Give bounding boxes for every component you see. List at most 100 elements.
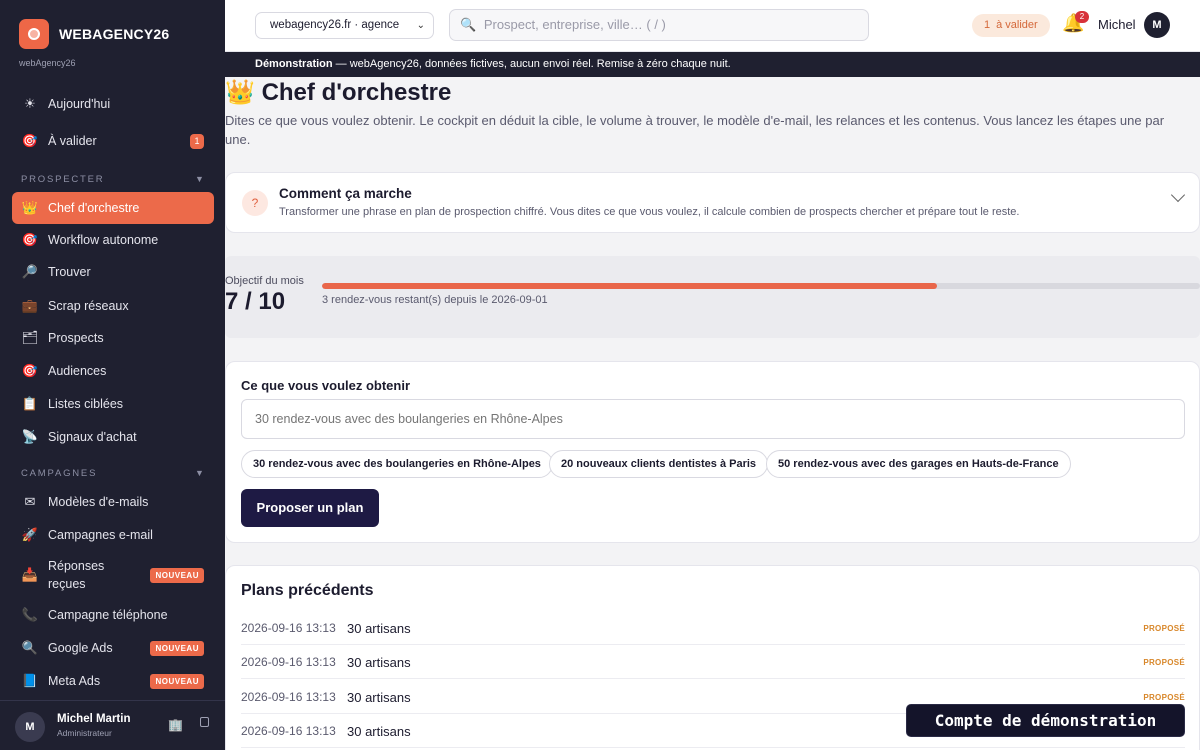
monthly-goal: Objectif du mois 7 / 10 3 rendez-vous re… bbox=[225, 256, 1200, 338]
sidebar-item-signaux-achat[interactable]: 📡 Signaux d'achat bbox=[12, 421, 214, 453]
sidebar-item-label: À valider bbox=[48, 134, 97, 148]
search-icon: 🔍 bbox=[21, 640, 39, 655]
target-icon: 🎯 bbox=[21, 133, 39, 148]
page-title-text: Chef d'orchestre bbox=[261, 79, 452, 106]
plan-date: 2026-09-16 13:13 bbox=[241, 621, 336, 635]
suggestion-chip[interactable]: 20 nouveaux clients dentistes à Paris bbox=[549, 450, 769, 478]
logout-icon[interactable] bbox=[200, 717, 209, 727]
chevron-down-icon[interactable]: ▼ bbox=[195, 174, 204, 184]
brand[interactable]: WEBAGENCY26 bbox=[19, 19, 169, 49]
inbox-icon: 📥 bbox=[21, 567, 39, 582]
objective-input[interactable] bbox=[241, 399, 1185, 439]
sidebar-item-label: Scrap réseaux bbox=[48, 299, 129, 313]
target-icon: 🎯 bbox=[21, 232, 39, 247]
topbar: webagency26.fr · agence ⌄ 🔍 Prospect, en… bbox=[225, 0, 1200, 52]
sidebar-item-label: Workflow autonome bbox=[48, 233, 159, 247]
sidebar-item-listes-ciblees[interactable]: 📋 Listes ciblées bbox=[12, 388, 214, 420]
goal-label: Objectif du mois bbox=[225, 275, 304, 287]
suggestion-chip[interactable]: 50 rendez-vous avec des garages en Hauts… bbox=[766, 450, 1071, 478]
previous-plans-title: Plans précédents bbox=[241, 582, 374, 599]
plan-name: 30 artisans bbox=[347, 655, 411, 670]
agency-select[interactable]: webagency26.fr · agence ⌄ bbox=[255, 12, 434, 39]
clipboard-icon: 📋 bbox=[21, 396, 39, 411]
user-role: Administrateur bbox=[57, 728, 112, 738]
sidebar-item-label: Google Ads bbox=[48, 641, 113, 655]
sidebar-item-modeles-emails[interactable]: ✉ Modèles d'e-mails bbox=[12, 486, 214, 518]
magnifier-icon: 🔎 bbox=[21, 264, 39, 279]
objective-title: Ce que vous voulez obtenir bbox=[241, 378, 411, 393]
sidebar-user-footer: M Michel Martin Administrateur 🏢 bbox=[0, 700, 225, 750]
demo-banner: Démonstration — webAgency26, données fic… bbox=[225, 52, 1200, 77]
suggestion-chip[interactable]: 30 rendez-vous avec des boulangeries en … bbox=[241, 450, 553, 478]
search-icon: 🔍 bbox=[460, 17, 477, 32]
section-label-campagnes: CAMPAGNES bbox=[21, 468, 98, 479]
brand-logo-icon bbox=[19, 19, 49, 49]
demo-banner-text: — webAgency26, données fictives, aucun e… bbox=[332, 58, 731, 70]
table-row[interactable]: 2026-09-16 13:13 30 artisans PROPOSÉ bbox=[241, 645, 1185, 679]
to-validate-count: 1 bbox=[984, 19, 991, 31]
how-it-works-panel[interactable]: ? Comment ça marche Transformer une phra… bbox=[225, 172, 1200, 233]
demo-banner-strong: Démonstration bbox=[255, 58, 333, 70]
sidebar-item-google-ads[interactable]: 🔍 Google Ads NOUVEAU bbox=[12, 632, 214, 664]
table-row[interactable]: 2026-09-16 13:13 30 artisans PROPOSÉ bbox=[241, 611, 1185, 645]
sidebar-item-trouver[interactable]: 🔎 Trouver bbox=[12, 256, 214, 288]
building-icon[interactable]: 🏢 bbox=[168, 718, 183, 732]
crown-icon: 👑 bbox=[21, 200, 39, 215]
goal-value: 7 / 10 bbox=[225, 288, 286, 315]
propose-plan-button[interactable]: Proposer un plan bbox=[241, 489, 379, 527]
sidebar-item-reponses-recues[interactable]: 📥 Réponses reçues NOUVEAU bbox=[12, 556, 214, 594]
goal-progress-fill bbox=[322, 283, 937, 289]
sidebar-item-label: Signaux d'achat bbox=[48, 430, 137, 444]
avatar[interactable]: M bbox=[15, 712, 45, 742]
crown-icon: 👑 bbox=[225, 79, 255, 106]
sidebar-item-chef-orchestre[interactable]: 👑 Chef d'orchestre bbox=[12, 192, 214, 224]
new-badge: NOUVEAU bbox=[150, 641, 204, 656]
brand-subtitle: webAgency26 bbox=[19, 58, 76, 68]
sidebar-item-label: Campagne téléphone bbox=[48, 608, 168, 622]
to-validate-pill[interactable]: 1 à valider bbox=[972, 14, 1050, 37]
sidebar-item-meta-ads[interactable]: 📘 Meta Ads NOUVEAU bbox=[12, 665, 214, 697]
sidebar-item-label: Audiences bbox=[48, 364, 107, 378]
satellite-icon: 📡 bbox=[21, 429, 39, 444]
goal-note: 3 rendez-vous restant(s) depuis le 2026-… bbox=[322, 294, 548, 306]
section-label-prospecter: PROSPECTER bbox=[21, 174, 105, 185]
sidebar-item-audiences[interactable]: 🎯 Audiences bbox=[12, 355, 214, 387]
sidebar-item-label: Prospects bbox=[48, 331, 104, 345]
plan-name: 30 artisans bbox=[347, 621, 411, 636]
search-input[interactable]: 🔍 Prospect, entreprise, ville… ( / ) bbox=[449, 9, 869, 41]
target-icon: 🎯 bbox=[21, 363, 39, 378]
sidebar-item-scrap-reseaux[interactable]: 💼 Scrap réseaux bbox=[12, 290, 214, 322]
book-icon: 📘 bbox=[21, 673, 39, 688]
sun-icon: ☀ bbox=[24, 96, 36, 111]
notification-count-badge: 2 bbox=[1075, 11, 1089, 23]
plan-date: 2026-09-16 13:13 bbox=[241, 724, 336, 738]
envelope-icon: ✉ bbox=[24, 494, 36, 509]
sidebar: WEBAGENCY26 webAgency26 ☀ Aujourd'hui 🎯 … bbox=[0, 0, 225, 750]
sidebar-item-campagnes-email[interactable]: 🚀 Campagnes e-mail bbox=[12, 519, 214, 551]
goal-progress-bar bbox=[322, 283, 1200, 289]
user-name: Michel Martin bbox=[57, 713, 131, 725]
status-badge: PROPOSÉ bbox=[1143, 624, 1185, 633]
sidebar-item-aujourdhui[interactable]: ☀ Aujourd'hui bbox=[12, 88, 214, 120]
sidebar-item-a-valider[interactable]: 🎯 À valider 1 bbox=[12, 125, 214, 157]
topbar-user-name[interactable]: Michel bbox=[1098, 17, 1136, 32]
count-badge: 1 bbox=[190, 134, 204, 149]
sidebar-item-label: Meta Ads bbox=[48, 674, 101, 688]
new-badge: NOUVEAU bbox=[150, 568, 204, 583]
plan-date: 2026-09-16 13:13 bbox=[241, 655, 336, 669]
brand-name: WEBAGENCY26 bbox=[59, 26, 170, 42]
phone-icon: 📞 bbox=[21, 607, 39, 622]
status-badge: PROPOSÉ bbox=[1143, 693, 1185, 702]
sidebar-item-label: Aujourd'hui bbox=[48, 97, 111, 111]
chevron-down-icon: ⌄ bbox=[416, 20, 425, 31]
sidebar-item-prospects[interactable]: 🗂 Prospects bbox=[12, 322, 214, 354]
sidebar-item-label: Modèles d'e-mails bbox=[48, 495, 149, 509]
sidebar-item-workflow-autonome[interactable]: 🎯 Workflow autonome bbox=[12, 224, 214, 256]
plan-name: 30 artisans bbox=[347, 724, 411, 739]
page-description: Dites ce que vous voulez obtenir. Le coc… bbox=[225, 113, 1165, 147]
chevron-down-icon[interactable]: ▼ bbox=[195, 468, 204, 478]
avatar[interactable]: M bbox=[1144, 12, 1170, 38]
sidebar-item-campagne-telephone[interactable]: 📞 Campagne téléphone bbox=[12, 599, 214, 631]
chevron-down-icon[interactable] bbox=[1170, 187, 1186, 203]
page-title: 👑 Chef d'orchestre bbox=[225, 78, 451, 107]
